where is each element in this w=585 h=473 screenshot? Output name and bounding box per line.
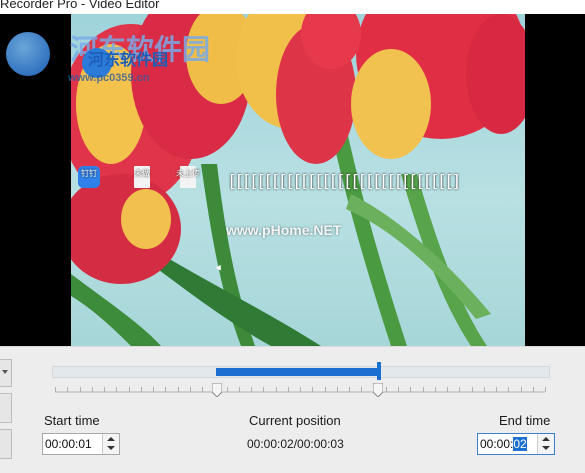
editor-controls: Start time Current position End time 00:… (0, 346, 585, 473)
ruler-tick (471, 387, 473, 392)
ruler-tick (361, 387, 363, 392)
ruler-tick (238, 387, 240, 392)
window-title: Recorder Pro - Video Editor (0, 0, 160, 11)
ruler-tick (422, 387, 424, 392)
ruler-tick (263, 387, 265, 392)
ruler-tick (312, 387, 314, 392)
start-time-value: 00:00:01 (45, 437, 92, 451)
end-time-value: 00:00:02 (480, 437, 527, 451)
ruler-tick (140, 387, 142, 392)
timeline-selection (215, 368, 380, 376)
start-time-stepper[interactable]: 00:00:01 (42, 433, 120, 455)
start-time-label: Start time (44, 413, 100, 428)
start-time-arrows[interactable] (102, 434, 119, 454)
ruler-tick (128, 387, 130, 392)
ruler-tick (55, 387, 56, 392)
ruler-tick (459, 387, 461, 392)
side-button-2[interactable] (0, 393, 12, 423)
ruler-tick (275, 387, 277, 392)
desktop-icon-label: 未做 (134, 169, 150, 178)
increment-icon[interactable] (542, 437, 550, 441)
ruler-tick (398, 387, 399, 392)
desktop-icon-file-1[interactable]: 未做 (124, 166, 160, 188)
ruler-tick (177, 387, 179, 392)
desktop-icon-file-2[interactable]: 未上传 (170, 166, 206, 188)
ruler-tick (483, 387, 485, 392)
ruler-tick (447, 387, 448, 392)
title-bar: Recorder Pro - Video Editor (0, 0, 585, 14)
increment-icon[interactable] (107, 437, 115, 441)
ruler-tick (104, 387, 105, 392)
ruler-tick (324, 387, 326, 392)
logo-small-text: 河东软件园 (88, 52, 169, 69)
video-preview: 钉钉 未做 未上传 [[[[[[[[[[[[[[[[[[[[[[[[[[[[[[… (0, 14, 585, 346)
ruler-tick (520, 387, 522, 392)
chevron-down-icon (2, 370, 8, 374)
watermark-text: www.pHome.NET (226, 222, 342, 238)
garbled-overlay-text: [[[[[[[[[[[[[[[[[[[[[[[[[[[[[[[] (227, 172, 462, 192)
ruler-tick (545, 387, 546, 392)
current-position-label: Current position (249, 413, 341, 428)
decrement-icon[interactable] (107, 446, 115, 450)
desktop-icon-dingtalk[interactable]: 钉钉 (71, 166, 107, 188)
ruler-tick (91, 387, 93, 392)
ruler-tick (508, 387, 510, 392)
ruler-tick (116, 387, 118, 392)
end-time-selected-segment[interactable]: 02 (513, 437, 527, 451)
ruler-tick (67, 387, 69, 392)
ruler-tick (336, 387, 338, 392)
ruler-tick (532, 387, 534, 392)
ruler-tick (287, 387, 289, 392)
ruler-tick (189, 387, 191, 392)
ruler-tick (385, 387, 387, 392)
ruler-tick (165, 387, 167, 392)
current-position-value: 00:00:02/00:00:03 (247, 437, 344, 451)
timeline-selection-handle[interactable] (377, 362, 382, 380)
desktop-icon-label: 未上传 (176, 169, 200, 178)
end-time-label: End time (499, 413, 551, 428)
ruler-tick (153, 387, 154, 392)
ruler-tick (434, 387, 436, 392)
desktop-icon-label: 钉钉 (81, 169, 97, 178)
end-trim-thumb[interactable] (373, 383, 384, 397)
end-time-prefix: 00:00: (480, 437, 514, 451)
logo-circle-icon (6, 32, 50, 76)
end-time-stepper[interactable]: 00:00:02 (477, 433, 555, 455)
ruler-tick (410, 387, 412, 392)
ruler-tick (349, 387, 350, 392)
logo-url-text: www.pc0359.cn (68, 72, 150, 84)
side-dropdown-button[interactable] (0, 359, 12, 387)
ruler-tick (79, 387, 81, 392)
ruler-tick (300, 387, 301, 392)
end-time-arrows[interactable] (537, 434, 554, 454)
ruler-tick (496, 387, 497, 392)
start-trim-thumb[interactable] (211, 383, 222, 397)
ruler-tick (202, 387, 203, 392)
site-logo: 河东软件园 河东软件园 www.pc0359.cn (6, 28, 216, 88)
side-button-3[interactable] (0, 429, 12, 459)
ruler-tick (226, 387, 228, 392)
decrement-icon[interactable] (542, 446, 550, 450)
ruler-tick (251, 387, 252, 392)
